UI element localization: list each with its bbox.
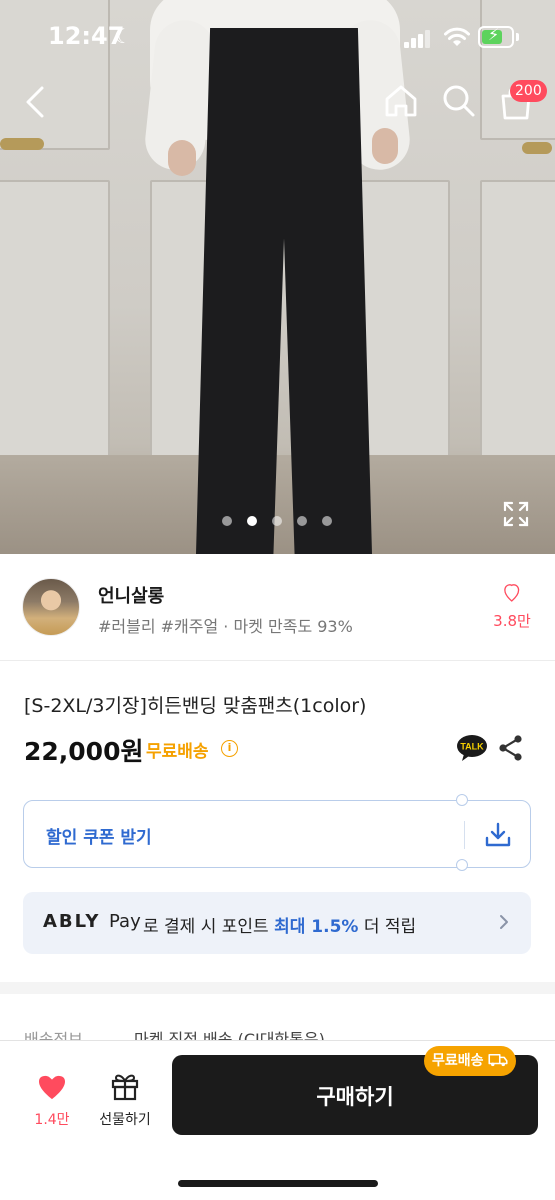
cabinet-handle xyxy=(522,142,552,154)
seller-avatar[interactable] xyxy=(22,578,80,636)
coupon-notch xyxy=(456,859,468,871)
pagination-dot[interactable] xyxy=(272,516,282,526)
free-shipping-badge: 무료배송 xyxy=(424,1046,516,1076)
floor xyxy=(0,455,555,554)
cart-count-badge: 200 xyxy=(510,80,547,102)
ably-pay-label: Pay xyxy=(109,911,141,932)
heart-icon[interactable] xyxy=(498,584,526,612)
like-button[interactable]: 1.4만 xyxy=(22,1073,82,1137)
gift-icon xyxy=(111,1074,139,1101)
battery-icon: ⚡ xyxy=(478,25,514,48)
coupon-notch xyxy=(456,794,468,806)
pay-text-before: 로 결제 시 포인트 xyxy=(143,917,275,937)
pagination-dot-active[interactable] xyxy=(247,516,257,526)
ably-logo: ABLY xyxy=(43,911,101,932)
coupon-label: 할인 쿠폰 받기 xyxy=(46,828,152,848)
model-hand xyxy=(372,128,398,164)
status-time: 12:47 xyxy=(48,22,125,50)
share-icon[interactable] xyxy=(498,734,524,762)
moon-icon: ☾ xyxy=(114,24,132,48)
divider xyxy=(0,660,555,661)
kakao-talk-icon[interactable]: TALK xyxy=(456,734,488,762)
like-count: 1.4만 xyxy=(34,1112,70,1128)
coupon-button[interactable]: 할인 쿠폰 받기 xyxy=(23,794,531,871)
truck-icon xyxy=(487,1053,508,1067)
seller-name[interactable]: 언니살롱 xyxy=(98,582,164,608)
product-detail-page: 12:47 ☾ ⚡ 200 언니살롱 #러블리 #캐주얼 · 마켓 만족도 93… xyxy=(0,0,555,1200)
gallery-pagination[interactable] xyxy=(222,516,334,528)
pagination-dot[interactable] xyxy=(222,516,232,526)
pagination-dot[interactable] xyxy=(297,516,307,526)
status-bar: 12:47 ☾ ⚡ xyxy=(0,0,555,70)
back-icon[interactable] xyxy=(20,84,54,120)
cabinet-panel xyxy=(480,180,555,460)
heart-filled-icon xyxy=(39,1075,65,1100)
coupon-separator xyxy=(464,821,465,849)
product-title: [S-2XL/3기장]히든밴딩 맞춤팬츠(1color) xyxy=(24,695,367,717)
model-hand xyxy=(168,140,196,176)
gift-label: 선물하기 xyxy=(99,1112,151,1128)
seller-tags: #러블리 #캐주얼 · 마켓 만족도 93% xyxy=(98,617,353,636)
free-shipping-label: 무료배송 xyxy=(146,742,209,762)
wifi-icon xyxy=(444,27,470,46)
cabinet-panel xyxy=(355,180,450,470)
chevron-right-icon xyxy=(500,915,508,929)
buy-label: 구매하기 xyxy=(316,1085,394,1109)
pay-highlight: 최대 1.5% xyxy=(274,917,359,937)
pay-text-after: 더 적립 xyxy=(358,917,417,937)
pagination-dot[interactable] xyxy=(322,516,332,526)
product-price: 22,000원 xyxy=(24,737,144,766)
free-shipping-badge-label: 무료배송 xyxy=(432,1053,484,1069)
talk-label: TALK xyxy=(460,742,484,752)
cabinet-handle xyxy=(0,138,44,150)
cabinet-panel xyxy=(0,180,110,500)
download-icon[interactable] xyxy=(484,821,512,849)
info-icon[interactable]: i xyxy=(221,740,238,757)
seller-like-count: 3.8만 xyxy=(493,612,531,630)
ably-pay-banner[interactable]: ABLY Pay 로 결제 시 포인트 최대 1.5% 더 적립 xyxy=(23,892,531,954)
pay-banner-text: 로 결제 시 포인트 최대 1.5% 더 적립 xyxy=(143,912,416,937)
gift-button[interactable]: 선물하기 xyxy=(92,1069,158,1135)
home-icon[interactable] xyxy=(382,82,420,120)
home-indicator xyxy=(178,1180,378,1187)
battery-cap xyxy=(516,33,519,41)
expand-icon[interactable] xyxy=(502,500,530,528)
section-gap xyxy=(0,982,555,994)
search-icon[interactable] xyxy=(440,82,478,120)
signal-icon xyxy=(404,30,432,48)
